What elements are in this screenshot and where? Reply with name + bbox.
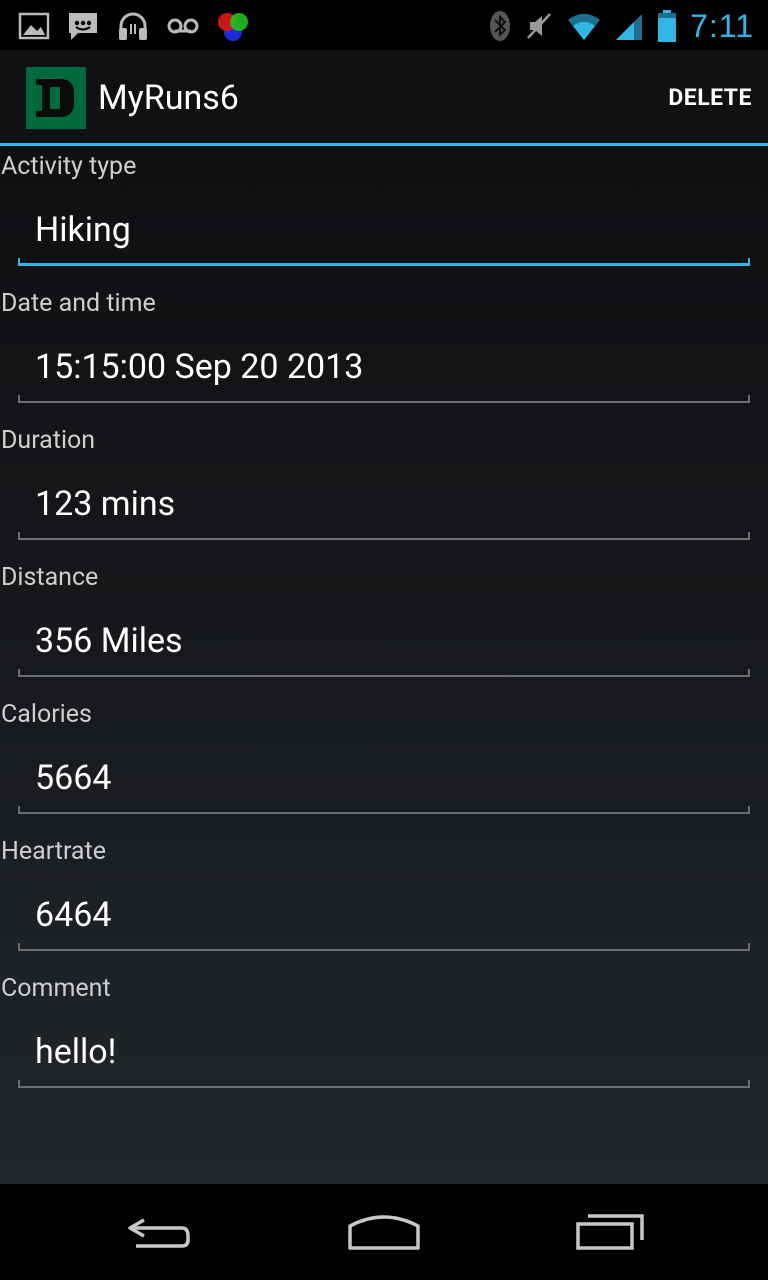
- comment-value: hello!: [35, 1032, 117, 1072]
- activity-type-value: Hiking: [35, 210, 131, 250]
- action-bar: MyRuns6 DELETE: [0, 50, 768, 146]
- system-icons: 7:11: [488, 6, 754, 46]
- recent-apps-button[interactable]: [555, 1204, 665, 1260]
- duration-label: Duration: [1, 426, 96, 455]
- signal-icon: [614, 10, 644, 42]
- field-underline: [18, 669, 750, 677]
- gallery-icon: [18, 10, 50, 42]
- distance-field[interactable]: 356 Miles: [18, 607, 750, 677]
- duration-field[interactable]: 123 mins: [18, 470, 750, 540]
- home-button[interactable]: [329, 1204, 439, 1260]
- activity-type-label: Activity type: [1, 152, 137, 181]
- field-underline: [18, 395, 750, 403]
- date-time-value: 15:15:00 Sep 20 2013: [35, 347, 364, 387]
- app-title: MyRuns6: [98, 78, 239, 118]
- battery-icon: [656, 9, 678, 43]
- status-time: 7:11: [690, 7, 754, 44]
- field-underline: [18, 532, 750, 540]
- date-time-label: Date and time: [1, 289, 156, 318]
- recent-apps-icon: [574, 1212, 646, 1252]
- entry-form: Activity type Hiking Date and time 15:15…: [0, 146, 768, 1184]
- notification-icons: [18, 6, 250, 46]
- heartrate-label: Heartrate: [1, 837, 106, 866]
- app-logo[interactable]: [26, 67, 86, 129]
- field-underline: [18, 1080, 750, 1088]
- voicemail-icon: [166, 10, 200, 42]
- calories-field[interactable]: 5664: [18, 744, 750, 814]
- calories-value: 5664: [35, 758, 112, 798]
- status-bar: 7:11: [0, 0, 768, 50]
- date-time-field[interactable]: 15:15:00 Sep 20 2013: [18, 333, 750, 403]
- heartrate-field[interactable]: 6464: [18, 881, 750, 951]
- calories-label: Calories: [1, 700, 92, 729]
- field-underline: [18, 806, 750, 814]
- navigation-bar: [0, 1184, 768, 1280]
- back-icon: [124, 1212, 194, 1252]
- distance-label: Distance: [1, 563, 99, 592]
- field-underline: [18, 943, 750, 951]
- comment-field[interactable]: hello!: [18, 1018, 750, 1088]
- distance-value: 356 Miles: [35, 621, 183, 661]
- heartrate-value: 6464: [35, 895, 112, 935]
- message-icon: [66, 10, 100, 42]
- headphones-icon: [116, 10, 150, 42]
- wifi-icon: [566, 10, 602, 42]
- back-button[interactable]: [104, 1204, 214, 1260]
- activity-type-field[interactable]: Hiking: [18, 196, 750, 266]
- duration-value: 123 mins: [35, 484, 176, 524]
- comment-label: Comment: [1, 974, 111, 1003]
- colors-icon: [216, 9, 250, 43]
- home-icon: [346, 1212, 422, 1252]
- mute-icon: [524, 10, 554, 42]
- field-underline: [18, 258, 750, 266]
- bluetooth-icon: [488, 9, 512, 43]
- delete-button[interactable]: DELETE: [668, 84, 752, 111]
